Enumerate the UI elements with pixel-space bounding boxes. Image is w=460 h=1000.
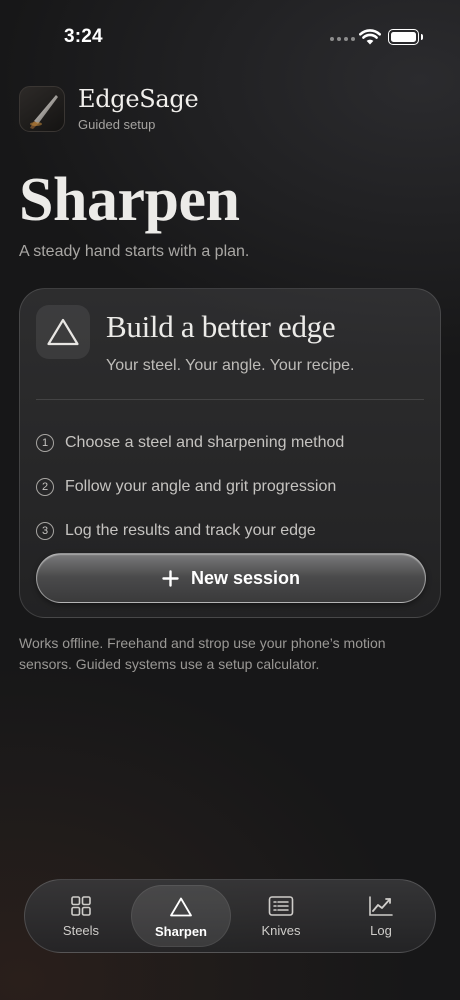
step-text: Choose a steel and sharpening method (65, 434, 345, 451)
tab-label: Steels (62, 923, 100, 938)
step-text: Follow your angle and grit progression (65, 478, 337, 495)
status-time: 3:24 (64, 26, 103, 47)
wifi-icon (359, 29, 381, 45)
getting-started-card: Build a better edge Your steel. Your ang… (19, 288, 441, 618)
tab-label: Knives (261, 923, 301, 938)
battery-icon (388, 29, 423, 45)
plus-icon (162, 569, 179, 587)
status-bar: 3:24 (0, 0, 460, 70)
steps-list: 1 Choose a steel and sharpening method 2… (36, 421, 344, 553)
app-name: EdgeSage (78, 85, 199, 113)
tab-label: Sharpen (154, 924, 207, 939)
page-title: Sharpen (19, 166, 240, 234)
new-session-label: New session (190, 567, 301, 588)
step-number: 1 (36, 434, 54, 452)
tab-log[interactable]: Log (331, 885, 431, 947)
tab-knives[interactable]: Knives (231, 885, 331, 947)
page-subtitle: A steady hand starts with a plan. (19, 243, 250, 260)
new-session-button[interactable]: New session (36, 553, 426, 603)
step-item: 1 Choose a steel and sharpening method (36, 421, 344, 465)
app-header: EdgeSage Guided setup (19, 85, 199, 132)
step-number: 2 (36, 478, 54, 496)
tab-sharpen[interactable]: Sharpen (131, 885, 231, 947)
knife-blade-icon (19, 85, 65, 132)
tab-steels[interactable]: Steels (31, 885, 131, 947)
triangle-icon (170, 897, 192, 917)
list-icon (268, 896, 294, 916)
tab-bar: Steels Sharpen Knives Log (24, 879, 436, 953)
step-item: 3 Log the results and track your edge (36, 509, 344, 553)
triangle-icon (36, 305, 90, 359)
step-text: Log the results and track your edge (65, 522, 316, 539)
app-subtitle: Guided setup (78, 117, 156, 132)
step-number: 3 (36, 522, 54, 540)
footnote-text: Works offline. Freehand and strop use yo… (19, 635, 386, 672)
cellular-signal-icon (330, 37, 355, 41)
step-item: 2 Follow your angle and grit progression (36, 465, 344, 509)
card-subtitle: Your steel. Your angle. Your recipe. (106, 357, 355, 374)
grid-icon (71, 896, 91, 916)
chart-line-icon (369, 896, 393, 916)
tab-label: Log (370, 923, 392, 938)
card-title: Build a better edge (106, 309, 336, 344)
card-divider (36, 399, 424, 400)
